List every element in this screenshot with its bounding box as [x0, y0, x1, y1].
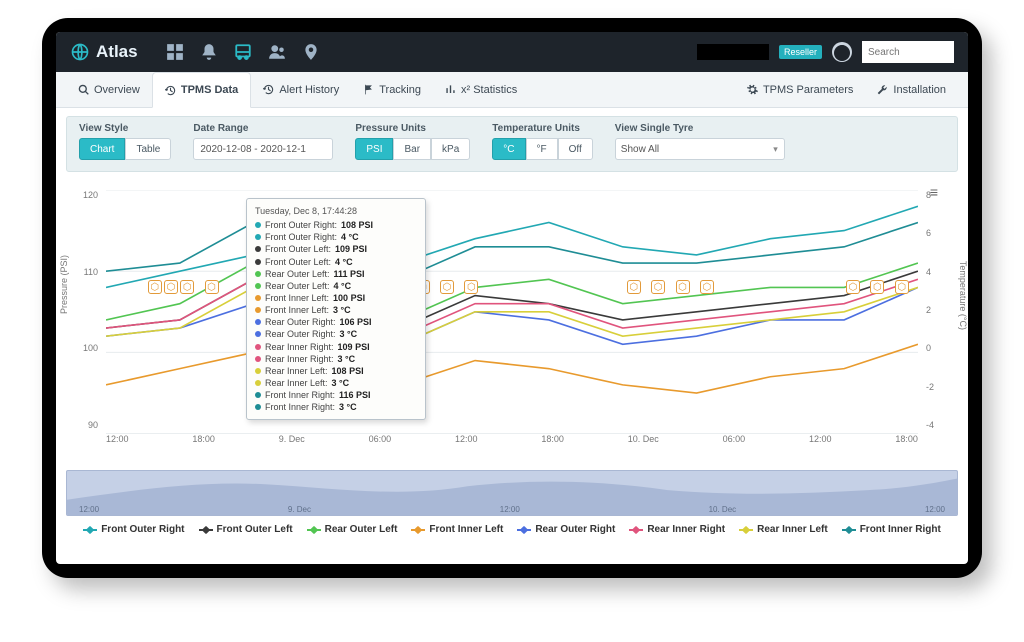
temp-units-group: Temperature Units °C°FOff	[492, 123, 593, 165]
temp-units-label: Temperature Units	[492, 123, 593, 134]
tooltip-row: Front Inner Right: 116 PSI	[255, 389, 417, 401]
date-range-group: Date Range	[193, 123, 333, 165]
tooltip-row: Rear Outer Left: 111 PSI	[255, 268, 417, 280]
x-axis-ticks: 12:0018:009. Dec06:0012:0018:0010. Dec06…	[106, 434, 918, 444]
bg-view-table[interactable]: Table	[125, 138, 171, 160]
legend-item[interactable]: Rear Inner Right	[629, 524, 725, 535]
search-input[interactable]	[862, 41, 954, 63]
legend-item[interactable]: Front Inner Left	[411, 524, 503, 535]
brand-logo-icon	[70, 42, 90, 62]
tab-overview[interactable]: Overview	[66, 72, 152, 107]
tooltip-row: Rear Inner Left: 108 PSI	[255, 365, 417, 377]
bus-icon[interactable]	[234, 43, 252, 61]
alert-marker[interactable]: ⬡	[700, 280, 714, 294]
legend-item[interactable]: Rear Outer Left	[307, 524, 398, 535]
bg-view-chart[interactable]: Chart	[79, 138, 125, 160]
dashboard-icon[interactable]	[166, 43, 184, 61]
alert-marker[interactable]: ⬡	[180, 280, 194, 294]
tooltip-row: Front Outer Right: 108 PSI	[255, 219, 417, 231]
legend-item[interactable]: Front Outer Left	[199, 524, 293, 535]
bg-press-psi[interactable]: PSI	[355, 138, 393, 160]
alert-marker[interactable]: ⬡	[205, 280, 219, 294]
chart-legend: Front Outer Right Front Outer Left Rear Ou…	[66, 524, 958, 535]
tooltip-row: Front Inner Left: 100 PSI	[255, 292, 417, 304]
alert-marker[interactable]: ⬡	[440, 280, 454, 294]
bg-temp-°c[interactable]: °C	[492, 138, 525, 160]
chart: Pressure (PSI) Temperature (°C) 12011010…	[66, 180, 958, 470]
tooltip-row: Front Outer Right: 4 °C	[255, 231, 417, 243]
account-icon[interactable]	[832, 42, 852, 62]
tab-tracking[interactable]: Tracking	[351, 72, 433, 107]
legend-item[interactable]: Rear Inner Left	[739, 524, 828, 535]
alert-markers: ⬡⬡⬡⬡⬡⬡⬡⬡⬡⬡⬡⬡⬡⬡⬡⬡	[106, 280, 918, 298]
single-tyre-select[interactable]: Show All	[615, 138, 785, 160]
chart-menu-icon[interactable]: ≡	[930, 184, 938, 200]
tooltip-row: Rear Outer Right: 3 °C	[255, 328, 417, 340]
alert-marker[interactable]: ⬡	[464, 280, 478, 294]
view-style-label: View Style	[79, 123, 171, 134]
alert-marker[interactable]: ⬡	[651, 280, 665, 294]
search-box[interactable]	[862, 41, 954, 63]
reseller-badge: Reseller	[779, 45, 822, 59]
y-left-ticks: 12011010090	[66, 190, 102, 430]
pin-icon[interactable]	[302, 43, 320, 61]
single-tyre-label: View Single Tyre	[615, 123, 785, 134]
single-tyre-group: View Single Tyre Show All	[615, 123, 785, 165]
chart-plot[interactable]	[106, 190, 918, 434]
tooltip-heading: Tuesday, Dec 8, 17:44:28	[255, 205, 417, 217]
tooltip-row: Rear Inner Right: 3 °C	[255, 353, 417, 365]
filters: View Style ChartTable Date Range Pressur…	[66, 116, 958, 172]
navbar: Atlas Reseller	[56, 32, 968, 72]
chart-navigator[interactable]: 12:009. Dec12:0010. Dec12:00	[66, 470, 958, 516]
device-frame: Atlas Reseller OverviewTPMS DataAlert Hi…	[42, 18, 982, 578]
nav-right: Reseller	[697, 41, 968, 63]
bg-temp-°f[interactable]: °F	[526, 138, 558, 160]
bg-temp-off[interactable]: Off	[558, 138, 593, 160]
users-icon[interactable]	[268, 43, 286, 61]
bg-press-kpa[interactable]: kPa	[431, 138, 470, 160]
tab-x-statistics[interactable]: x² Statistics	[433, 72, 529, 107]
brand[interactable]: Atlas	[56, 42, 152, 62]
alert-marker[interactable]: ⬡	[676, 280, 690, 294]
tooltip-row: Rear Outer Left: 4 °C	[255, 280, 417, 292]
alert-marker[interactable]: ⬡	[627, 280, 641, 294]
date-range-label: Date Range	[193, 123, 333, 134]
legend-item[interactable]: Front Inner Right	[842, 524, 941, 535]
legend-item[interactable]: Rear Outer Right	[517, 524, 615, 535]
tabs-bar: OverviewTPMS DataAlert HistoryTrackingx²…	[56, 72, 968, 108]
single-tyre-value: Show All	[621, 144, 659, 155]
tooltip-row: Rear Inner Right: 109 PSI	[255, 341, 417, 353]
bell-icon[interactable]	[200, 43, 218, 61]
redacted-box	[697, 44, 769, 60]
alert-marker[interactable]: ⬡	[164, 280, 178, 294]
pressure-units-label: Pressure Units	[355, 123, 470, 134]
tooltip-row: Front Inner Right: 3 °C	[255, 401, 417, 413]
date-range-input[interactable]	[193, 138, 333, 160]
legend-item[interactable]: Front Outer Right	[83, 524, 184, 535]
brand-title: Atlas	[96, 42, 138, 62]
alert-marker[interactable]: ⬡	[870, 280, 884, 294]
tooltip-row: Rear Outer Right: 106 PSI	[255, 316, 417, 328]
alert-marker[interactable]: ⬡	[895, 280, 909, 294]
tab-installation[interactable]: Installation	[865, 72, 958, 107]
chart-tooltip: Tuesday, Dec 8, 17:44:28 Front Outer Rig…	[246, 198, 426, 420]
tooltip-row: Front Outer Left: 4 °C	[255, 256, 417, 268]
nav-icons	[166, 43, 320, 61]
tab-alert-history[interactable]: Alert History	[251, 72, 351, 107]
alert-marker[interactable]: ⬡	[148, 280, 162, 294]
y-right-label: Temperature (°C)	[958, 261, 968, 330]
view-style-group: View Style ChartTable	[79, 123, 171, 165]
tooltip-row: Front Outer Left: 109 PSI	[255, 243, 417, 255]
y-right-ticks: 86420-2-4	[922, 190, 958, 430]
tooltip-row: Front Inner Left: 3 °C	[255, 304, 417, 316]
navigator-ticks: 12:009. Dec12:0010. Dec12:00	[79, 505, 945, 514]
screen: Atlas Reseller OverviewTPMS DataAlert Hi…	[56, 32, 968, 564]
pressure-units-group: Pressure Units PSIBarkPa	[355, 123, 470, 165]
bg-press-bar[interactable]: Bar	[393, 138, 431, 160]
alert-marker[interactable]: ⬡	[846, 280, 860, 294]
tab-tpms-parameters[interactable]: TPMS Parameters	[735, 72, 865, 107]
tooltip-row: Rear Inner Left: 3 °C	[255, 377, 417, 389]
tab-tpms-data[interactable]: TPMS Data	[152, 72, 251, 108]
